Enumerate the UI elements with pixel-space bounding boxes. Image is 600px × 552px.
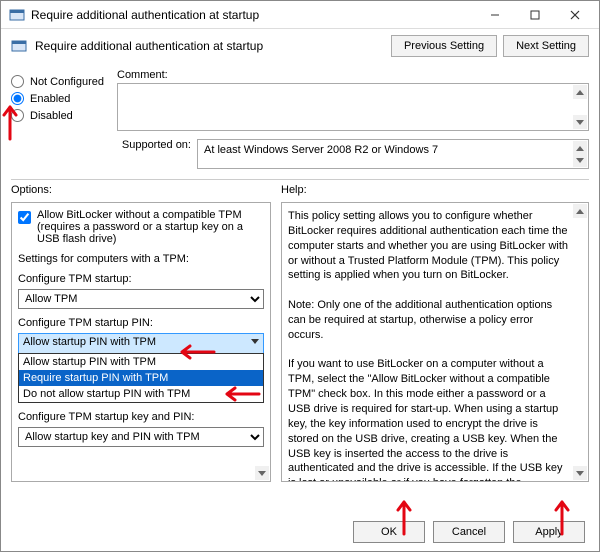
combo-option-allow[interactable]: Allow startup PIN with TPM (19, 354, 263, 370)
maximize-button[interactable] (515, 3, 555, 27)
dialog-button-bar: OK Cancel Apply (353, 521, 585, 543)
radio-enabled[interactable]: Enabled (11, 92, 113, 105)
tpm-startup-label: Configure TPM startup: (18, 273, 264, 285)
allow-no-tpm-checkbox-row[interactable]: Allow BitLocker without a compatible TPM… (18, 209, 264, 245)
page-title: Require additional authentication at sta… (35, 39, 385, 53)
titlebar: Require additional authentication at sta… (1, 1, 599, 29)
radio-disabled[interactable]: Disabled (11, 109, 113, 122)
radio-label: Enabled (30, 93, 70, 105)
combo-option-require[interactable]: Require startup PIN with TPM (19, 370, 263, 386)
tpm-key-combo[interactable]: Allow startup key and PIN with TPM (18, 427, 264, 447)
scroll-down-icon[interactable] (573, 466, 587, 480)
tpm-pin-label-text: Configure TPM startup PIN: (18, 317, 153, 329)
policy-icon (11, 38, 27, 54)
supported-on-field: At least Windows Server 2008 R2 or Windo… (197, 139, 589, 169)
radio-label: Disabled (30, 110, 73, 122)
close-button[interactable] (555, 3, 595, 27)
tpm-key-label: Configure TPM startup key and PIN: (18, 411, 264, 423)
apply-button[interactable]: Apply (513, 521, 585, 543)
help-panel: This policy setting allows you to config… (281, 202, 589, 482)
header-row: Require additional authentication at sta… (1, 29, 599, 63)
options-panel: Allow BitLocker without a compatible TPM… (11, 202, 271, 482)
radio-not-configured-input[interactable] (11, 75, 24, 88)
previous-setting-button[interactable]: Previous Setting (391, 35, 497, 57)
tpm-pin-combo-selected[interactable]: Allow startup PIN with TPM (18, 333, 264, 353)
radio-not-configured[interactable]: Not Configured (11, 75, 113, 88)
radio-disabled-input[interactable] (11, 109, 24, 122)
tpm-startup-combo[interactable]: Allow TPM (18, 289, 264, 309)
tpm-pin-label: Configure TPM startup PIN: (18, 317, 264, 329)
comment-label: Comment: (117, 69, 589, 81)
allow-no-tpm-label: Allow BitLocker without a compatible TPM… (37, 209, 264, 245)
next-setting-button[interactable]: Next Setting (503, 35, 589, 57)
scroll-up-icon[interactable] (573, 204, 587, 218)
cancel-button[interactable]: Cancel (433, 521, 505, 543)
allow-no-tpm-checkbox[interactable] (18, 211, 31, 224)
options-label: Options: (11, 184, 271, 196)
tpm-section-label: Settings for computers with a TPM: (18, 253, 264, 265)
minimize-button[interactable] (475, 3, 515, 27)
ok-button[interactable]: OK (353, 521, 425, 543)
tpm-pin-combo-list: Allow startup PIN with TPM Require start… (18, 353, 264, 403)
radio-enabled-input[interactable] (11, 92, 24, 105)
state-radio-group: Not Configured Enabled Disabled (11, 69, 113, 169)
supported-on-value: At least Windows Server 2008 R2 or Windo… (204, 144, 438, 156)
scroll-down-icon[interactable] (573, 153, 587, 167)
combo-option-disallow[interactable]: Do not allow startup PIN with TPM (19, 386, 263, 402)
window-title: Require additional authentication at sta… (31, 8, 475, 22)
scroll-down-icon[interactable] (255, 466, 269, 480)
policy-icon (9, 7, 25, 23)
radio-label: Not Configured (30, 76, 104, 88)
help-text: This policy setting allows you to config… (288, 209, 570, 482)
comment-field[interactable] (117, 83, 589, 131)
policy-dialog: Require additional authentication at sta… (0, 0, 600, 552)
scroll-up-icon[interactable] (573, 85, 587, 99)
scroll-down-icon[interactable] (573, 115, 587, 129)
tpm-pin-combo-expanded[interactable]: Allow startup PIN with TPM Allow startup… (18, 333, 264, 403)
help-label: Help: (281, 184, 589, 196)
supported-on-label: Supported on: (117, 139, 197, 151)
